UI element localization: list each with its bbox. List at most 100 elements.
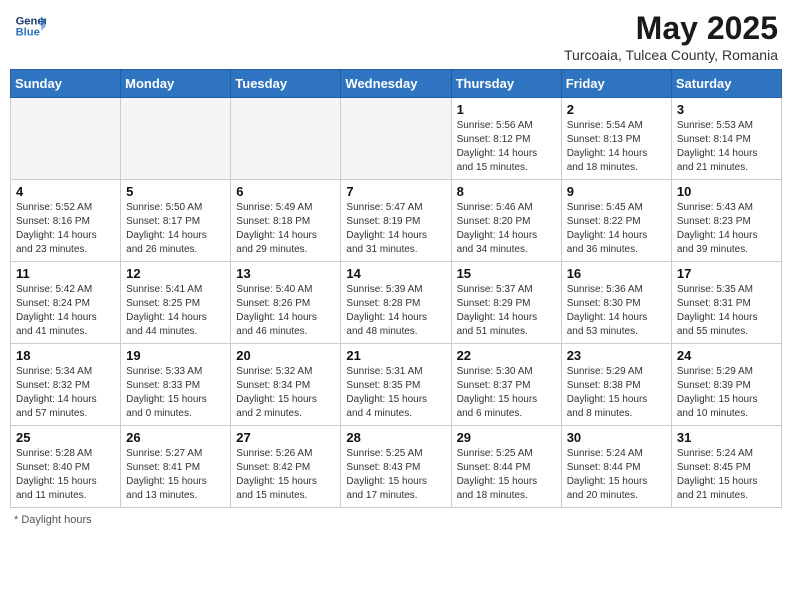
day-number: 16 bbox=[567, 266, 666, 281]
header-monday: Monday bbox=[121, 70, 231, 98]
day-number: 30 bbox=[567, 430, 666, 445]
day-cell-2-3: 14Sunrise: 5:39 AM Sunset: 8:28 PM Dayli… bbox=[341, 262, 451, 344]
day-info: Sunrise: 5:42 AM Sunset: 8:24 PM Dayligh… bbox=[16, 283, 115, 339]
day-info: Sunrise: 5:29 AM Sunset: 8:39 PM Dayligh… bbox=[677, 365, 776, 421]
day-info: Sunrise: 5:36 AM Sunset: 8:30 PM Dayligh… bbox=[567, 283, 666, 339]
day-info: Sunrise: 5:27 AM Sunset: 8:41 PM Dayligh… bbox=[126, 447, 225, 503]
day-info: Sunrise: 5:35 AM Sunset: 8:31 PM Dayligh… bbox=[677, 283, 776, 339]
day-number: 4 bbox=[16, 184, 115, 199]
day-number: 19 bbox=[126, 348, 225, 363]
day-cell-1-0: 4 Sunrise: 5:52 AM Sunset: 8:16 PM Daylig… bbox=[11, 180, 121, 262]
day-info: Sunrise: 5:24 AM Sunset: 8:45 PM Dayligh… bbox=[677, 447, 776, 503]
day-number: 21 bbox=[346, 348, 445, 363]
day-number: 11 bbox=[16, 266, 115, 281]
day-cell-2-1: 12 Sunrise: 5:41 AM Sunset: 8:25 PM Dayli… bbox=[121, 262, 231, 344]
day-info: Sunrise: 5:29 AM Sunset: 8:38 PM Dayligh… bbox=[567, 365, 666, 421]
day-info: Sunrise: 5:33 AM Sunset: 8:33 PM Dayligh… bbox=[126, 365, 225, 421]
day-cell-1-4: 8 Sunrise: 5:46 AM Sunset: 8:20 PM Daylig… bbox=[451, 180, 561, 262]
header-tuesday: Tuesday bbox=[231, 70, 341, 98]
day-cell-2-4: 15 Sunrise: 5:37 AM Sunset: 8:29 PM Dayli… bbox=[451, 262, 561, 344]
day-cell-4-4: 29Sunrise: 5:25 AM Sunset: 8:44 PM Dayli… bbox=[451, 426, 561, 508]
day-number: 10 bbox=[677, 184, 776, 199]
header-wednesday: Wednesday bbox=[341, 70, 451, 98]
day-info: Sunrise: 5:34 AM Sunset: 8:32 PM Dayligh… bbox=[16, 365, 115, 421]
day-info: Sunrise: 5:30 AM Sunset: 8:37 PM Dayligh… bbox=[457, 365, 556, 421]
footer-note: * Daylight hours bbox=[10, 514, 782, 526]
day-cell-3-5: 23 Sunrise: 5:29 AM Sunset: 8:38 PM Dayli… bbox=[561, 344, 671, 426]
day-info: Sunrise: 5:25 AM Sunset: 8:43 PM Dayligh… bbox=[346, 447, 445, 503]
day-number: 1 bbox=[457, 102, 556, 117]
day-number: 9 bbox=[567, 184, 666, 199]
day-number: 13 bbox=[236, 266, 335, 281]
day-cell-4-5: 30 Sunrise: 5:24 AM Sunset: 8:44 PM Dayli… bbox=[561, 426, 671, 508]
day-cell-1-5: 9 Sunrise: 5:45 AM Sunset: 8:22 PM Daylig… bbox=[561, 180, 671, 262]
day-cell-2-2: 13Sunrise: 5:40 AM Sunset: 8:26 PM Dayli… bbox=[231, 262, 341, 344]
week-row-2: 4 Sunrise: 5:52 AM Sunset: 8:16 PM Daylig… bbox=[11, 180, 782, 262]
day-info: Sunrise: 5:53 AM Sunset: 8:14 PM Dayligh… bbox=[677, 119, 776, 175]
day-cell-2-5: 16 Sunrise: 5:36 AM Sunset: 8:30 PM Dayli… bbox=[561, 262, 671, 344]
day-info: Sunrise: 5:41 AM Sunset: 8:25 PM Dayligh… bbox=[126, 283, 225, 339]
logo: General Blue bbox=[14, 10, 46, 42]
day-cell-3-0: 18 Sunrise: 5:34 AM Sunset: 8:32 PM Dayli… bbox=[11, 344, 121, 426]
day-cell-1-2: 6 Sunrise: 5:49 AM Sunset: 8:18 PM Daylig… bbox=[231, 180, 341, 262]
day-cell-0-3 bbox=[341, 98, 451, 180]
day-cell-0-0 bbox=[11, 98, 121, 180]
title-block: May 2025 Turcoaia, Tulcea County, Romani… bbox=[564, 10, 778, 63]
day-cell-3-3: 21 Sunrise: 5:31 AM Sunset: 8:35 PM Dayli… bbox=[341, 344, 451, 426]
day-cell-4-0: 25 Sunrise: 5:28 AM Sunset: 8:40 PM Dayli… bbox=[11, 426, 121, 508]
day-number: 18 bbox=[16, 348, 115, 363]
day-info: Sunrise: 5:46 AM Sunset: 8:20 PM Dayligh… bbox=[457, 201, 556, 257]
day-number: 17 bbox=[677, 266, 776, 281]
day-cell-3-6: 24 Sunrise: 5:29 AM Sunset: 8:39 PM Dayli… bbox=[671, 344, 781, 426]
week-row-1: 1 Sunrise: 5:56 AM Sunset: 8:12 PM Daylig… bbox=[11, 98, 782, 180]
day-number: 25 bbox=[16, 430, 115, 445]
week-row-3: 11 Sunrise: 5:42 AM Sunset: 8:24 PM Dayli… bbox=[11, 262, 782, 344]
header-friday: Friday bbox=[561, 70, 671, 98]
day-cell-0-6: 3 Sunrise: 5:53 AM Sunset: 8:14 PM Daylig… bbox=[671, 98, 781, 180]
day-number: 22 bbox=[457, 348, 556, 363]
day-number: 15 bbox=[457, 266, 556, 281]
day-info: Sunrise: 5:24 AM Sunset: 8:44 PM Dayligh… bbox=[567, 447, 666, 503]
day-cell-1-3: 7 Sunrise: 5:47 AM Sunset: 8:19 PM Daylig… bbox=[341, 180, 451, 262]
day-number: 3 bbox=[677, 102, 776, 117]
day-number: 29 bbox=[457, 430, 556, 445]
day-number: 23 bbox=[567, 348, 666, 363]
day-number: 12 bbox=[126, 266, 225, 281]
day-cell-2-6: 17 Sunrise: 5:35 AM Sunset: 8:31 PM Dayli… bbox=[671, 262, 781, 344]
day-cell-4-6: 31Sunrise: 5:24 AM Sunset: 8:45 PM Dayli… bbox=[671, 426, 781, 508]
footer-note-text: Daylight hours bbox=[21, 514, 91, 526]
week-row-4: 18 Sunrise: 5:34 AM Sunset: 8:32 PM Dayli… bbox=[11, 344, 782, 426]
day-info: Sunrise: 5:37 AM Sunset: 8:29 PM Dayligh… bbox=[457, 283, 556, 339]
day-info: Sunrise: 5:39 AM Sunset: 8:28 PM Dayligh… bbox=[346, 283, 445, 339]
day-cell-1-1: 5Sunrise: 5:50 AM Sunset: 8:17 PM Daylig… bbox=[121, 180, 231, 262]
day-info: Sunrise: 5:28 AM Sunset: 8:40 PM Dayligh… bbox=[16, 447, 115, 503]
day-number: 8 bbox=[457, 184, 556, 199]
day-info: Sunrise: 5:52 AM Sunset: 8:16 PM Dayligh… bbox=[16, 201, 115, 257]
day-cell-3-2: 20Sunrise: 5:32 AM Sunset: 8:34 PM Dayli… bbox=[231, 344, 341, 426]
day-number: 7 bbox=[346, 184, 445, 199]
main-title: May 2025 bbox=[564, 10, 778, 47]
day-cell-3-1: 19 Sunrise: 5:33 AM Sunset: 8:33 PM Dayli… bbox=[121, 344, 231, 426]
day-number: 5 bbox=[126, 184, 225, 199]
day-cell-4-2: 27Sunrise: 5:26 AM Sunset: 8:42 PM Dayli… bbox=[231, 426, 341, 508]
day-info: Sunrise: 5:54 AM Sunset: 8:13 PM Dayligh… bbox=[567, 119, 666, 175]
day-cell-1-6: 10Sunrise: 5:43 AM Sunset: 8:23 PM Dayli… bbox=[671, 180, 781, 262]
day-cell-2-0: 11 Sunrise: 5:42 AM Sunset: 8:24 PM Dayli… bbox=[11, 262, 121, 344]
day-number: 2 bbox=[567, 102, 666, 117]
day-cell-0-4: 1 Sunrise: 5:56 AM Sunset: 8:12 PM Daylig… bbox=[451, 98, 561, 180]
day-cell-3-4: 22 Sunrise: 5:30 AM Sunset: 8:37 PM Dayli… bbox=[451, 344, 561, 426]
day-number: 6 bbox=[236, 184, 335, 199]
day-cell-0-5: 2 Sunrise: 5:54 AM Sunset: 8:13 PM Daylig… bbox=[561, 98, 671, 180]
day-info: Sunrise: 5:47 AM Sunset: 8:19 PM Dayligh… bbox=[346, 201, 445, 257]
subtitle: Turcoaia, Tulcea County, Romania bbox=[564, 47, 778, 63]
day-info: Sunrise: 5:31 AM Sunset: 8:35 PM Dayligh… bbox=[346, 365, 445, 421]
day-info: Sunrise: 5:49 AM Sunset: 8:18 PM Dayligh… bbox=[236, 201, 335, 257]
day-info: Sunrise: 5:56 AM Sunset: 8:12 PM Dayligh… bbox=[457, 119, 556, 175]
day-cell-0-1 bbox=[121, 98, 231, 180]
day-number: 24 bbox=[677, 348, 776, 363]
header-saturday: Saturday bbox=[671, 70, 781, 98]
svg-text:Blue: Blue bbox=[16, 27, 40, 39]
header-thursday: Thursday bbox=[451, 70, 561, 98]
day-number: 20 bbox=[236, 348, 335, 363]
day-info: Sunrise: 5:45 AM Sunset: 8:22 PM Dayligh… bbox=[567, 201, 666, 257]
